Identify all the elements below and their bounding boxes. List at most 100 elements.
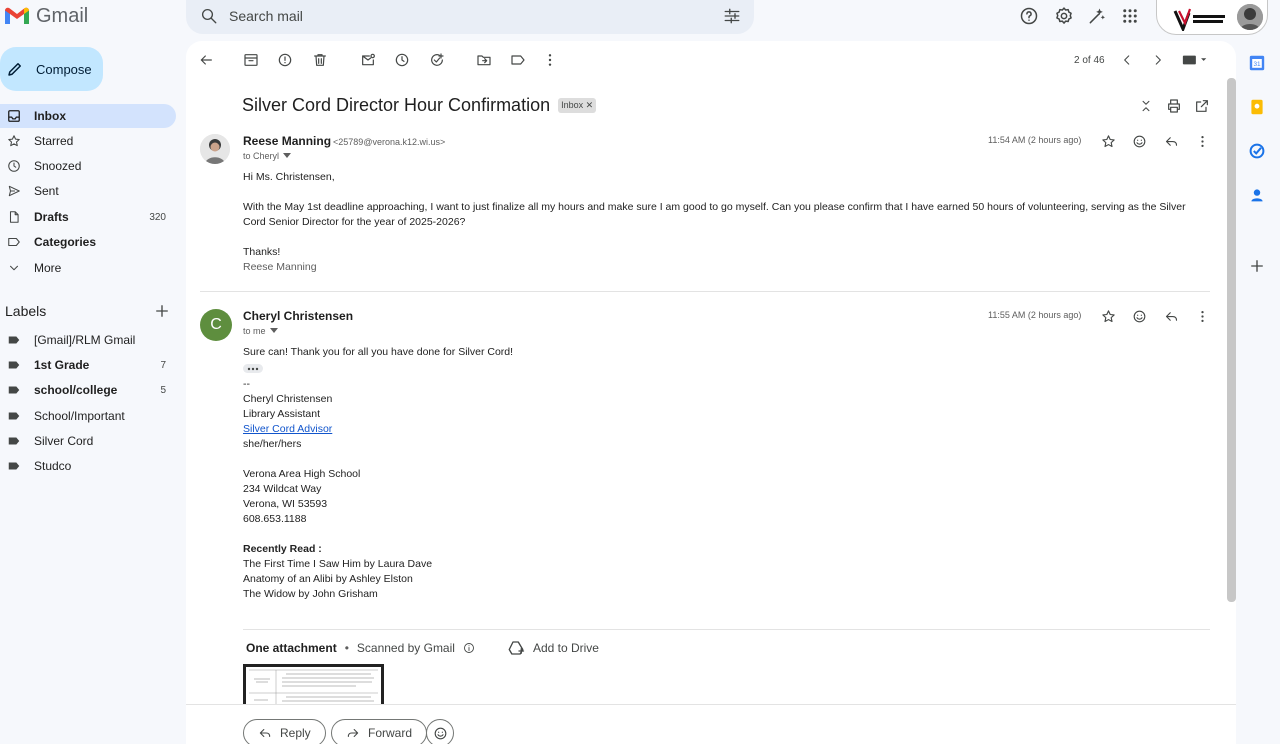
add-label-icon[interactable] bbox=[153, 302, 171, 320]
sidebar-item-sent[interactable]: Sent bbox=[0, 179, 176, 203]
label-tag-icon bbox=[0, 358, 28, 372]
sidebar-item-inbox[interactable]: Inbox bbox=[0, 104, 176, 128]
reply-label: Reply bbox=[280, 726, 311, 740]
label-tag-icon bbox=[0, 383, 28, 397]
city-state-zip: Verona, WI 53593 bbox=[243, 498, 328, 510]
keep-icon[interactable] bbox=[1249, 99, 1265, 115]
label-item[interactable]: Studco bbox=[0, 454, 176, 478]
sender-name[interactable]: Reese Manning <25789@verona.k12.wi.us> bbox=[243, 134, 445, 148]
scanned-label: Scanned by Gmail bbox=[356, 641, 455, 655]
search-options-icon[interactable] bbox=[723, 7, 741, 25]
archive-icon[interactable] bbox=[239, 48, 263, 72]
sender-name[interactable]: Cheryl Christensen bbox=[243, 309, 353, 323]
label-item[interactable]: Silver Cord bbox=[0, 429, 176, 453]
pencil-icon bbox=[8, 63, 21, 76]
signature-name: Cheryl Christensen bbox=[243, 393, 333, 405]
delete-trash-icon[interactable] bbox=[308, 48, 332, 72]
dropdown-arrow-icon[interactable] bbox=[283, 153, 292, 159]
gmail-logo[interactable]: Gmail bbox=[4, 4, 88, 28]
message-more-icon[interactable] bbox=[1190, 304, 1214, 328]
star-icon[interactable] bbox=[1096, 129, 1120, 153]
compose-button[interactable]: Compose bbox=[0, 47, 103, 91]
search-bar[interactable]: Search mail bbox=[186, 0, 754, 34]
collapse-all-icon[interactable] bbox=[1134, 94, 1158, 118]
print-icon[interactable] bbox=[1162, 94, 1186, 118]
label-tag-icon bbox=[0, 459, 28, 473]
reply-arrow-icon[interactable] bbox=[1159, 129, 1183, 153]
emoji-reaction-icon[interactable] bbox=[1127, 129, 1151, 153]
search-input[interactable]: Search mail bbox=[229, 8, 303, 24]
emoji-react-button[interactable] bbox=[426, 719, 454, 744]
phone-number: 608.653.1188 bbox=[243, 513, 307, 525]
calendar-icon[interactable]: 31 bbox=[1249, 55, 1265, 71]
add-to-tasks-icon[interactable] bbox=[425, 48, 449, 72]
scrollbar-thumb[interactable] bbox=[1227, 78, 1236, 602]
more-vert-icon[interactable] bbox=[538, 48, 562, 72]
sender-name-text: Reese Manning bbox=[243, 134, 332, 148]
label-item-name: Silver Cord bbox=[34, 434, 94, 448]
remove-label-icon[interactable]: ✕ bbox=[586, 100, 594, 110]
recipient-line[interactable]: to Cheryl bbox=[243, 151, 292, 161]
signature-dash: -- bbox=[243, 378, 250, 390]
newer-chevron-left-icon[interactable] bbox=[1115, 48, 1139, 72]
book-item: Anatomy of an Alibi by Ashley Elston bbox=[243, 573, 413, 585]
label-as-icon[interactable] bbox=[506, 48, 530, 72]
tasks-icon[interactable] bbox=[1249, 143, 1265, 159]
dropdown-arrow-icon[interactable] bbox=[269, 328, 278, 334]
mark-unread-icon[interactable] bbox=[356, 48, 380, 72]
recipient-line[interactable]: to me bbox=[243, 326, 278, 336]
contacts-icon[interactable] bbox=[1249, 187, 1265, 203]
older-chevron-right-icon[interactable] bbox=[1146, 48, 1170, 72]
gemini-sparkle-icon[interactable] bbox=[1081, 0, 1113, 32]
settings-gear-icon[interactable] bbox=[1048, 0, 1080, 32]
input-tools-keyboard-icon[interactable] bbox=[1180, 48, 1210, 72]
account-switcher[interactable] bbox=[1156, 0, 1268, 35]
report-spam-icon[interactable] bbox=[273, 48, 297, 72]
message-body: Sure can! Thank you for all you have don… bbox=[243, 346, 514, 358]
label-item-name: 1st Grade bbox=[34, 358, 90, 372]
label-item[interactable]: school/college 5 bbox=[0, 378, 176, 402]
label-item-name: Studco bbox=[34, 459, 72, 473]
sidebar-item-snoozed[interactable]: Snoozed bbox=[0, 154, 176, 178]
label-item[interactable]: 1st Grade 7 bbox=[0, 353, 176, 377]
sidebar-item-label: More bbox=[34, 261, 62, 275]
help-icon[interactable] bbox=[1013, 0, 1045, 32]
search-icon[interactable] bbox=[200, 7, 218, 25]
draft-icon bbox=[0, 210, 28, 224]
info-icon[interactable] bbox=[463, 642, 475, 654]
sidebar-item-categories[interactable]: Categories bbox=[0, 230, 176, 254]
inbox-label-chip[interactable]: Inbox ✕ bbox=[558, 98, 597, 113]
emoji-reaction-icon[interactable] bbox=[1127, 304, 1151, 328]
sender-avatar[interactable]: C bbox=[200, 309, 232, 341]
sidebar-item-starred[interactable]: Starred bbox=[0, 129, 176, 153]
signature-link[interactable]: Silver Cord Advisor bbox=[243, 422, 332, 437]
show-trimmed-content-icon[interactable] bbox=[243, 364, 263, 373]
get-addons-plus-icon[interactable] bbox=[1248, 257, 1266, 275]
school-name: Verona Area High School bbox=[243, 468, 361, 480]
sender-avatar[interactable] bbox=[200, 134, 230, 164]
apps-grid-icon[interactable] bbox=[1114, 0, 1146, 32]
label-item[interactable]: School/Important bbox=[0, 404, 176, 428]
inbox-icon bbox=[0, 109, 28, 123]
label-item-count: 7 bbox=[160, 359, 166, 371]
star-icon[interactable] bbox=[1096, 304, 1120, 328]
attachment-thumbnail[interactable] bbox=[243, 664, 384, 706]
back-arrow-icon[interactable] bbox=[194, 48, 218, 72]
star-icon bbox=[0, 134, 28, 148]
message-more-icon[interactable] bbox=[1190, 129, 1214, 153]
open-new-window-icon[interactable] bbox=[1190, 94, 1214, 118]
reply-arrow-icon[interactable] bbox=[1159, 304, 1183, 328]
sidebar-item-drafts[interactable]: Drafts 320 bbox=[0, 205, 176, 229]
reply-button[interactable]: Reply bbox=[243, 719, 326, 744]
snooze-clock-icon[interactable] bbox=[390, 48, 414, 72]
add-to-drive-icon[interactable] bbox=[507, 639, 525, 657]
add-to-drive-link[interactable]: Add to Drive bbox=[533, 641, 599, 655]
sidebar-item-count: 320 bbox=[149, 211, 166, 223]
account-avatar[interactable] bbox=[1237, 4, 1263, 30]
sidebar-item-more[interactable]: More bbox=[0, 256, 176, 280]
label-item[interactable]: [Gmail]/RLM Gmail bbox=[0, 328, 176, 352]
message-closing: Thanks! bbox=[243, 246, 281, 258]
recently-read-heading: Recently Read : bbox=[243, 543, 322, 555]
forward-button[interactable]: Forward bbox=[331, 719, 428, 744]
move-to-folder-icon[interactable] bbox=[472, 48, 496, 72]
